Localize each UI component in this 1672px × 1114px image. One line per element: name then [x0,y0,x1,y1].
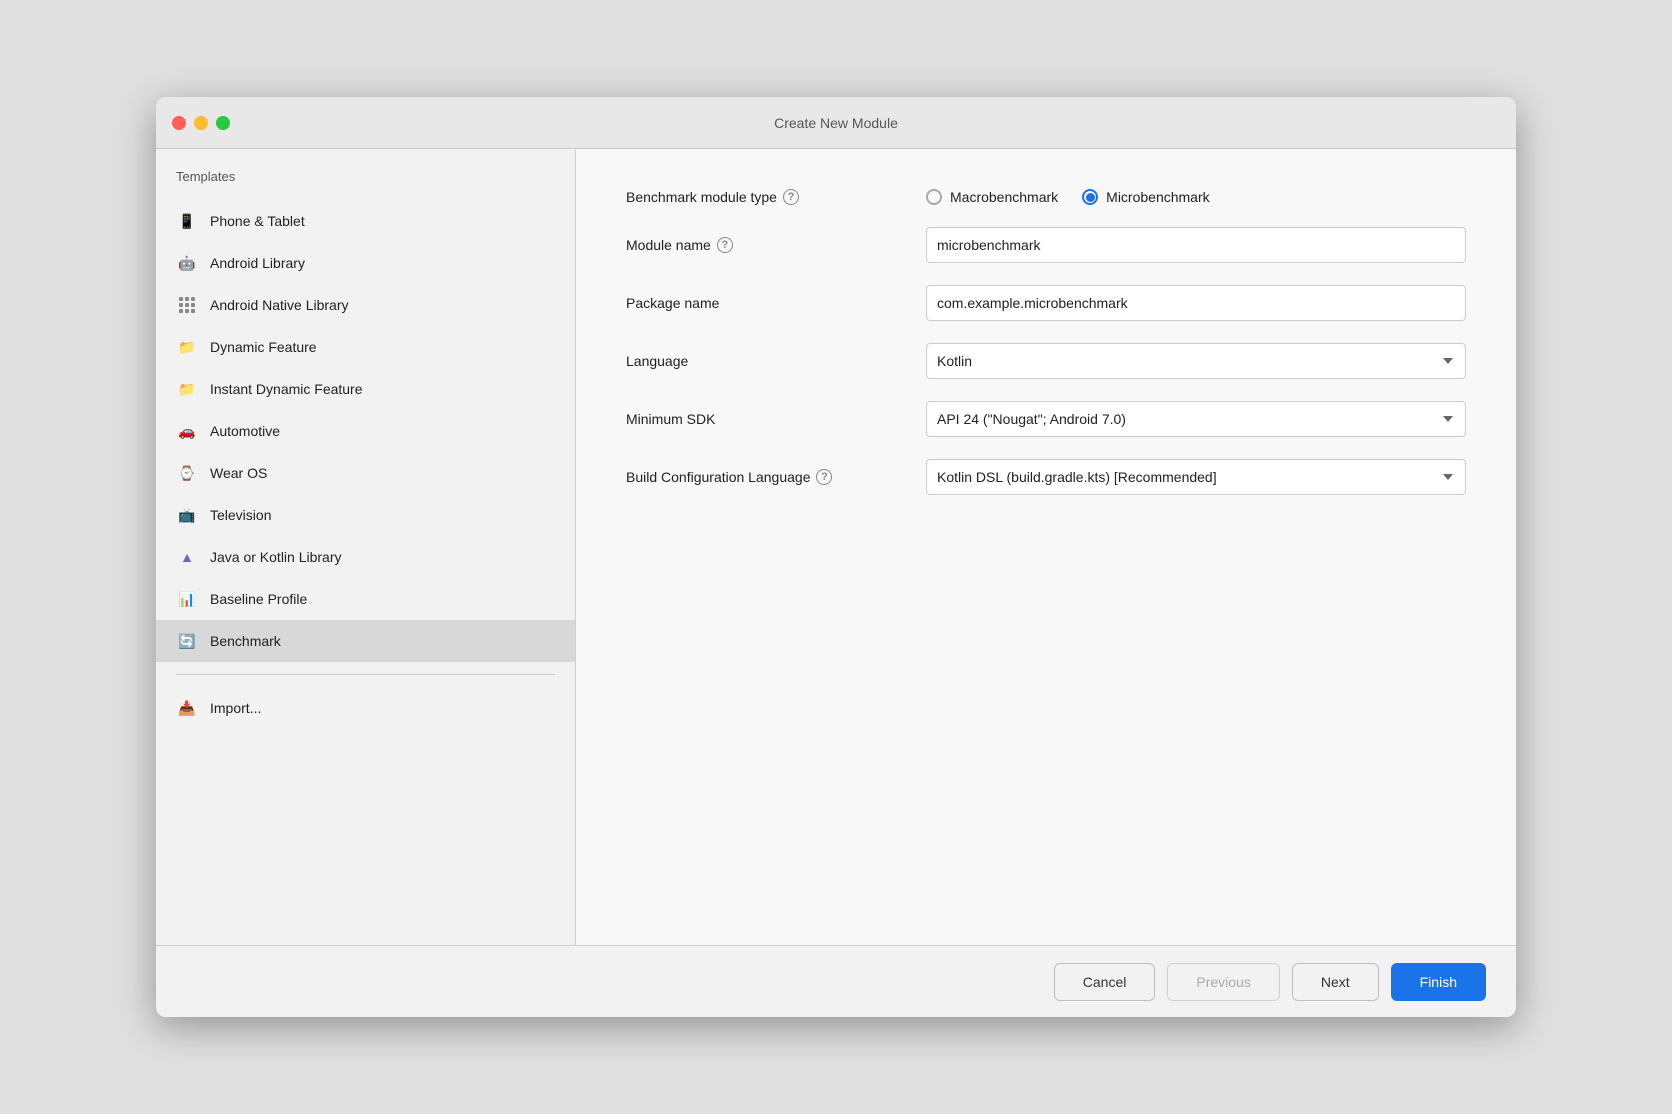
tv-icon [176,504,198,526]
sidebar-item-baseline-profile[interactable]: Baseline Profile [156,578,575,620]
maximize-button[interactable] [216,116,230,130]
sidebar-item-label: Import... [210,700,261,716]
dialog-title: Create New Module [774,115,898,131]
package-name-control [926,285,1466,321]
module-name-row: Module name ? [626,227,1466,263]
sidebar-item-label: Wear OS [210,465,267,481]
sidebar-item-phone-tablet[interactable]: Phone & Tablet [156,200,575,242]
minimize-button[interactable] [194,116,208,130]
close-button[interactable] [172,116,186,130]
macrobenchmark-radio[interactable] [926,189,942,205]
sidebar-item-label: Dynamic Feature [210,339,317,355]
minimum-sdk-row: Minimum SDK API 21 ("Lollipop"; Android … [626,401,1466,437]
import-icon [176,697,198,719]
titlebar-buttons [172,116,230,130]
package-name-input[interactable] [926,285,1466,321]
sidebar-item-label: Phone & Tablet [210,213,305,229]
sidebar-item-label: Instant Dynamic Feature [210,381,363,397]
build-config-language-select[interactable]: Kotlin DSL (build.gradle.kts) [Recommend… [926,459,1466,495]
sidebar-item-wear-os[interactable]: Wear OS [156,452,575,494]
build-config-language-control: Kotlin DSL (build.gradle.kts) [Recommend… [926,459,1466,495]
main-content: Templates Phone & Tablet Android Library [156,149,1516,945]
minimum-sdk-control: API 21 ("Lollipop"; Android 5.0) API 24 … [926,401,1466,437]
sidebar-item-label: Benchmark [210,633,281,649]
sidebar-item-instant-dynamic-feature[interactable]: Instant Dynamic Feature [156,368,575,410]
right-panel: Benchmark module type ? Macrobenchmark M… [576,149,1516,945]
kotlin-icon [176,546,198,568]
baseline-icon [176,588,198,610]
sidebar: Templates Phone & Tablet Android Library [156,149,576,945]
module-name-control [926,227,1466,263]
sidebar-item-label: Television [210,507,271,523]
wearos-icon [176,462,198,484]
titlebar: Create New Module [156,97,1516,149]
sidebar-header: Templates [156,169,575,200]
module-name-input[interactable] [926,227,1466,263]
module-name-help-icon[interactable]: ? [717,237,733,253]
module-name-label: Module name ? [626,237,926,253]
instant-icon [176,378,198,400]
phone-icon [176,210,198,232]
sidebar-item-television[interactable]: Television [156,494,575,536]
microbenchmark-option[interactable]: Microbenchmark [1082,189,1209,205]
package-name-row: Package name [626,285,1466,321]
sidebar-item-java-kotlin-library[interactable]: Java or Kotlin Library [156,536,575,578]
microbenchmark-label: Microbenchmark [1106,189,1209,205]
sidebar-item-label: Java or Kotlin Library [210,549,342,565]
microbenchmark-radio[interactable] [1082,189,1098,205]
build-config-language-label: Build Configuration Language ? [626,469,926,485]
previous-button[interactable]: Previous [1167,963,1279,1001]
footer: Cancel Previous Next Finish [156,945,1516,1017]
create-new-module-dialog: Create New Module Templates Phone & Tabl… [156,97,1516,1017]
next-button[interactable]: Next [1292,963,1379,1001]
build-config-language-help-icon[interactable]: ? [816,469,832,485]
sidebar-item-label: Android Library [210,255,305,271]
benchmark-module-type-row: Benchmark module type ? Macrobenchmark M… [626,189,1466,205]
sidebar-item-benchmark[interactable]: Benchmark [156,620,575,662]
minimum-sdk-label: Minimum SDK [626,411,926,427]
build-config-language-row: Build Configuration Language ? Kotlin DS… [626,459,1466,495]
native-icon [176,294,198,316]
benchmark-icon [176,630,198,652]
sidebar-item-android-native-library[interactable]: Android Native Library [156,284,575,326]
sidebar-divider [176,674,555,675]
minimum-sdk-select[interactable]: API 21 ("Lollipop"; Android 5.0) API 24 … [926,401,1466,437]
benchmark-module-type-help-icon[interactable]: ? [783,189,799,205]
language-label: Language [626,353,926,369]
language-row: Language Kotlin Java [626,343,1466,379]
macrobenchmark-label: Macrobenchmark [950,189,1058,205]
language-select[interactable]: Kotlin Java [926,343,1466,379]
cancel-button[interactable]: Cancel [1054,963,1156,1001]
sidebar-item-android-library[interactable]: Android Library [156,242,575,284]
benchmark-module-type-label: Benchmark module type ? [626,189,926,205]
sidebar-item-import[interactable]: Import... [156,687,575,729]
sidebar-item-dynamic-feature[interactable]: Dynamic Feature [156,326,575,368]
macrobenchmark-option[interactable]: Macrobenchmark [926,189,1058,205]
automotive-icon [176,420,198,442]
sidebar-item-label: Android Native Library [210,297,349,313]
android-icon [176,252,198,274]
sidebar-item-label: Baseline Profile [210,591,307,607]
finish-button[interactable]: Finish [1391,963,1486,1001]
sidebar-item-automotive[interactable]: Automotive [156,410,575,452]
package-name-label: Package name [626,295,926,311]
sidebar-item-label: Automotive [210,423,280,439]
language-control: Kotlin Java [926,343,1466,379]
dynamic-icon [176,336,198,358]
benchmark-module-type-control: Macrobenchmark Microbenchmark [926,189,1466,205]
